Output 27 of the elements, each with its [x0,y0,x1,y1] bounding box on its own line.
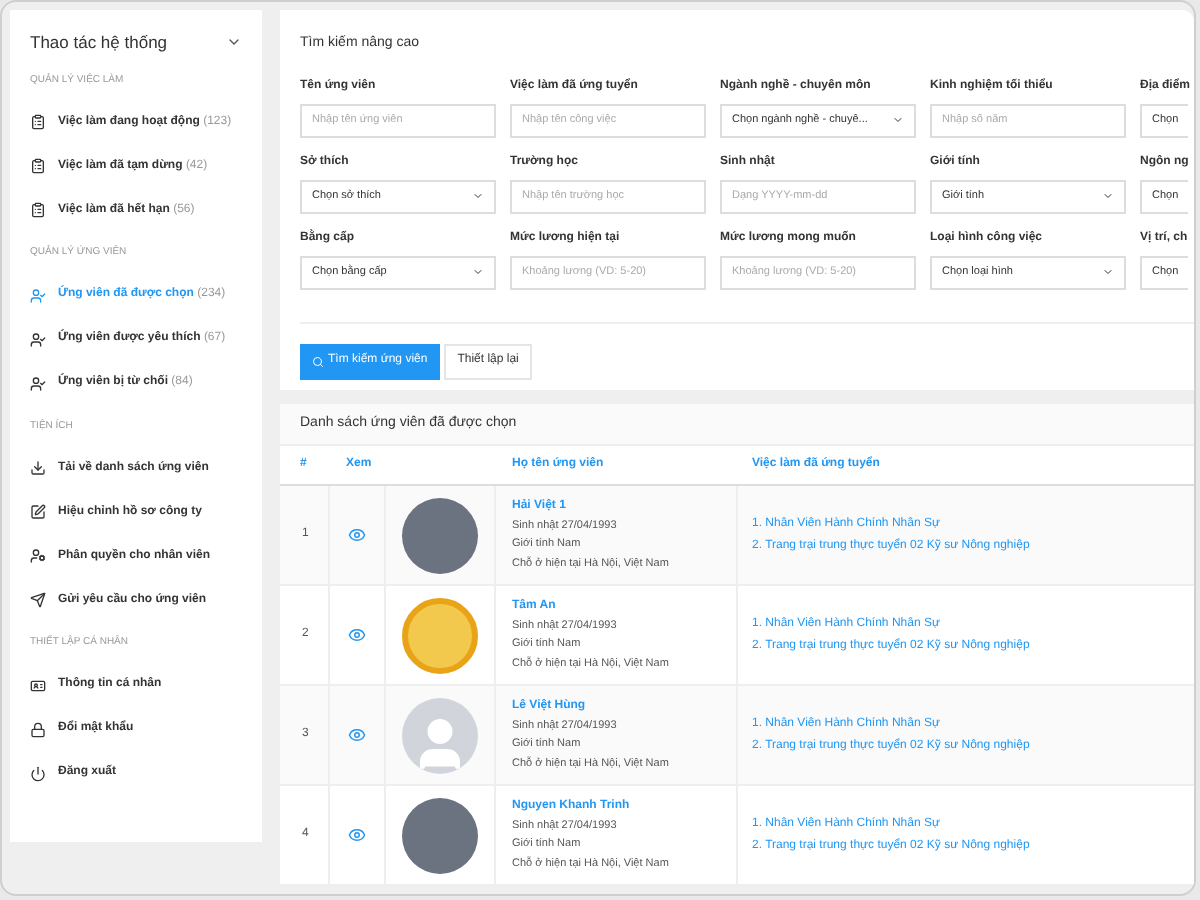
download-icon [30,460,46,477]
send-icon [30,592,46,609]
user-gear-icon [30,548,46,565]
search-icon [312,355,324,367]
caret-icon [472,190,484,202]
view-icon[interactable] [348,826,366,844]
power-icon [30,765,46,782]
view-icon[interactable] [348,726,366,744]
photo-placeholder [402,797,478,873]
sidebar-title: Thao tác hệ thống [30,30,168,56]
edit-icon [30,504,46,521]
caret-icon [892,114,904,126]
id-card-icon [30,677,46,694]
photo-placeholder [402,497,478,573]
clipboard-icon [30,114,46,131]
view-icon[interactable] [348,626,366,644]
user-icon [30,331,46,348]
clipboard-icon [30,202,46,219]
user-icon [30,375,46,392]
cartoon-avatar [402,597,478,673]
caret-icon [472,266,484,278]
caret-icon [1102,190,1114,202]
user-icon [30,287,46,304]
lock-icon [30,721,46,738]
caret-icon [1102,266,1114,278]
clipboard-icon [30,158,46,175]
view-icon[interactable] [348,526,366,544]
